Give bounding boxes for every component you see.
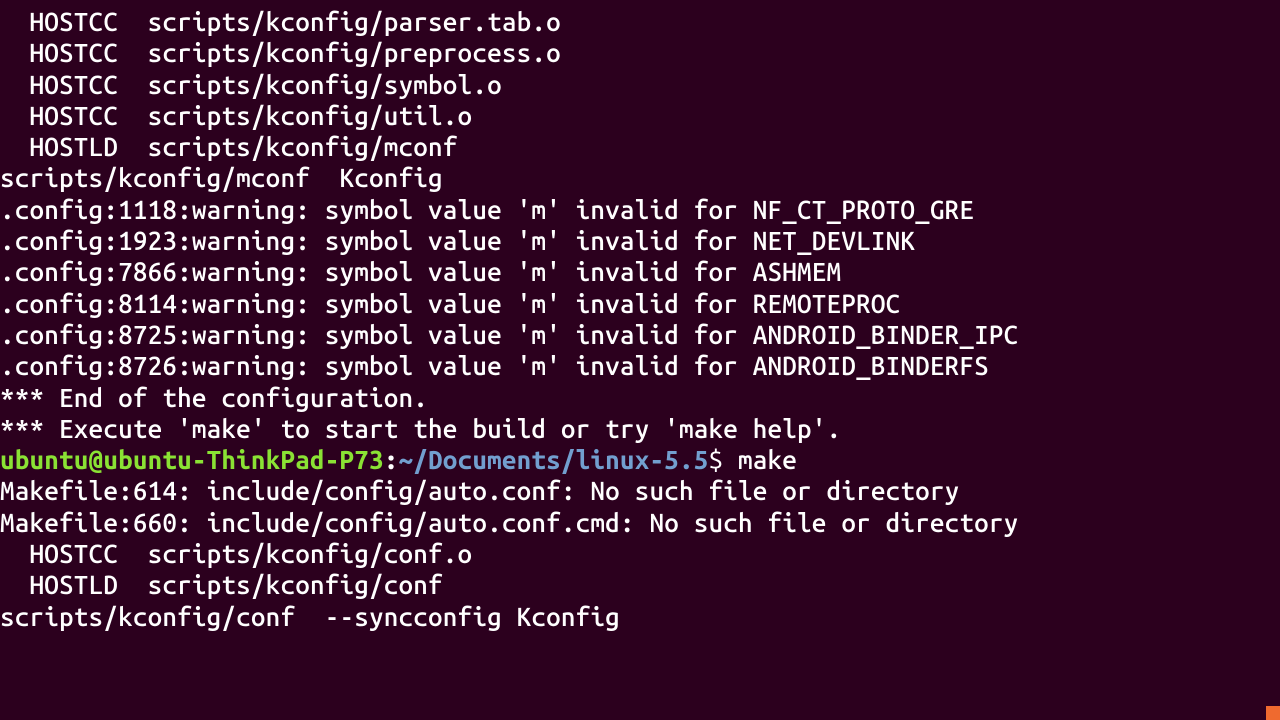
warning-line: .config:1118:warning: symbol value 'm' i… [0,194,1280,225]
output-line: scripts/kconfig/conf --syncconfig Kconfi… [0,601,1280,632]
terminal-window[interactable]: HOSTCC scripts/kconfig/parser.tab.o HOST… [0,0,1280,720]
prompt-line[interactable]: ubuntu@ubuntu-ThinkPad-P73:~/Documents/l… [0,444,1280,475]
warning-line: .config:8725:warning: symbol value 'm' i… [0,319,1280,350]
output-line: Makefile:660: include/config/auto.conf.c… [0,507,1280,538]
output-line: HOSTCC scripts/kconfig/symbol.o [0,69,1280,100]
scroll-indicator-icon[interactable] [1266,706,1280,720]
output-line: HOSTCC scripts/kconfig/preprocess.o [0,37,1280,68]
output-line: HOSTCC scripts/kconfig/parser.tab.o [0,6,1280,37]
warning-line: .config:1923:warning: symbol value 'm' i… [0,225,1280,256]
prompt-user-host: ubuntu@ubuntu-ThinkPad-P73 [0,445,384,474]
output-line: HOSTLD scripts/kconfig/mconf [0,131,1280,162]
config-end-line: *** End of the configuration. [0,382,1280,413]
config-end-line: *** Execute 'make' to start the build or… [0,413,1280,444]
output-line: HOSTCC scripts/kconfig/conf.o [0,538,1280,569]
warning-line: .config:8114:warning: symbol value 'm' i… [0,288,1280,319]
output-line: HOSTLD scripts/kconfig/conf [0,569,1280,600]
output-line: HOSTCC scripts/kconfig/util.o [0,100,1280,131]
prompt-separator: : [384,445,399,474]
output-line: scripts/kconfig/mconf Kconfig [0,162,1280,193]
prompt-dollar: $ [709,445,739,474]
output-line: Makefile:614: include/config/auto.conf: … [0,475,1280,506]
warning-line: .config:8726:warning: symbol value 'm' i… [0,350,1280,381]
command-input[interactable]: make [738,445,797,474]
prompt-path: ~/Documents/linux-5.5 [399,445,709,474]
warning-line: .config:7866:warning: symbol value 'm' i… [0,256,1280,287]
